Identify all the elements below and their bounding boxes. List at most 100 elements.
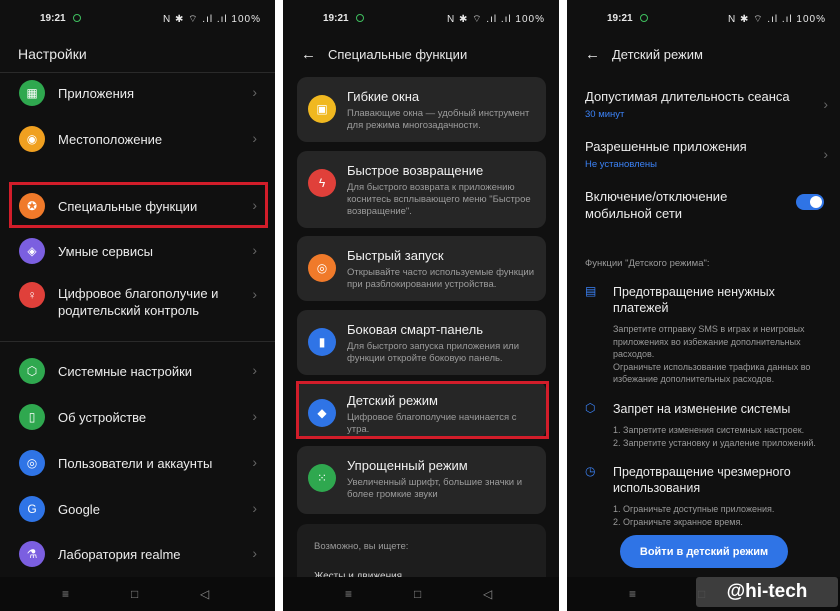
settings-item-label: Цифровое благополучие и родительский кон… bbox=[58, 286, 219, 318]
feature-card[interactable]: ▣ Гибкие окна Плавающие окна — удобный инс… bbox=[297, 77, 546, 142]
status-icons: N ✱ ⌔ .ıl .ıl 100% bbox=[446, 14, 545, 25]
chevron-right-icon: › bbox=[252, 84, 257, 100]
settings-item[interactable]: ⚗ Лаборатория realme › bbox=[0, 535, 275, 575]
clock-icon: ◷ bbox=[585, 464, 596, 478]
card-title: Боковая смарт-панель bbox=[347, 322, 483, 337]
settings-screen: 19:21 N ✱ ⌔ .ıl .ıl 100% Настройки ▦ Прил… bbox=[0, 0, 275, 611]
message-icon: ▤ bbox=[585, 284, 597, 298]
users-icon: ◎ bbox=[19, 450, 45, 476]
card-title: Быстрый запуск bbox=[347, 248, 444, 263]
feature-card[interactable]: ▮ Боковая смарт-панель Для быстрого запуск… bbox=[297, 310, 546, 375]
page-title: Детский режим bbox=[612, 47, 703, 62]
card-title: Быстрое возвращение bbox=[347, 163, 484, 178]
feature-title: Запрет на изменение системы bbox=[613, 402, 791, 416]
feature-description: 1. Запретите изменения системных настрое… bbox=[613, 425, 816, 448]
lab-icon: ⚗ bbox=[19, 541, 45, 567]
settings-item[interactable]: ◉ Местоположение › bbox=[0, 120, 275, 160]
side-panel-icon: ▮ bbox=[308, 328, 336, 356]
feature-card[interactable]: ◎ Быстрый запуск Открывайте часто использу… bbox=[297, 236, 546, 301]
status-time: 19:21 bbox=[607, 13, 633, 24]
feature-title: Предотвращение ненужных платежей bbox=[613, 285, 775, 315]
session-duration-row[interactable]: Допустимая длительность сеанса 30 минут … bbox=[585, 88, 828, 120]
allowed-apps-label: Разрешенные приложения bbox=[585, 139, 747, 154]
card-description: Открывайте часто используемые функции пр… bbox=[347, 267, 534, 290]
toggle-knob bbox=[810, 196, 822, 208]
settings-item-label: Пользователи и аккаунты bbox=[58, 456, 213, 471]
session-duration-label: Допустимая длительность сеанса bbox=[585, 89, 790, 104]
smart-services-icon: ◈ bbox=[19, 238, 45, 264]
chevron-right-icon: › bbox=[252, 454, 257, 470]
settings-item-label: Об устройстве bbox=[58, 410, 147, 425]
battery-label: 100% bbox=[515, 14, 545, 25]
chevron-right-icon: › bbox=[252, 286, 257, 302]
system-icon: ⬡ bbox=[19, 358, 45, 384]
device-icon: ▯ bbox=[19, 404, 45, 430]
card-description: Плавающие окна — удобный инструмент для … bbox=[347, 108, 530, 131]
status-icons: N ✱ ⌔ .ıl .ıl 100% bbox=[162, 14, 261, 25]
feature-card[interactable]: ⁙ Упрощенный режим Увеличенный шрифт, боль… bbox=[297, 446, 546, 514]
kid-mode-screen: 19:21 N ✱ ⌔ .ıl .ıl 100% ← Детский режим … bbox=[567, 0, 840, 611]
settings-item-label: Лаборатория realme bbox=[58, 547, 181, 562]
kid-mode-feature: ⬡ Запрет на изменение системы 1. Запретите… bbox=[585, 401, 828, 449]
back-arrow-icon[interactable]: ← bbox=[301, 46, 316, 63]
highlight-frame bbox=[296, 381, 549, 439]
status-bar: 19:21 N ✱ ⌔ .ıl .ıl 100% bbox=[567, 6, 840, 26]
accessibility-screen: 19:21 N ✱ ⌔ .ıl .ıl 100% ← Специальные фу… bbox=[283, 0, 559, 611]
home-nav-icon[interactable]: □ bbox=[414, 587, 421, 601]
kid-mode-feature: ▤ Предотвращение ненужных платежей Запрети… bbox=[585, 284, 828, 386]
status-dot-icon bbox=[640, 14, 648, 22]
battery-label: 100% bbox=[231, 14, 261, 25]
feature-card[interactable]: ϟ Быстрое возвращение Для быстрого возврат… bbox=[297, 151, 546, 228]
chevron-right-icon: › bbox=[252, 362, 257, 378]
status-time: 19:21 bbox=[323, 13, 349, 24]
settings-item[interactable]: ▯ Об устройстве › bbox=[0, 398, 275, 438]
home-nav-icon[interactable]: □ bbox=[131, 587, 138, 601]
settings-item[interactable]: ◈ Умные сервисы › bbox=[0, 232, 275, 272]
back-arrow-icon[interactable]: ← bbox=[585, 46, 600, 63]
status-dot-icon bbox=[356, 14, 364, 22]
settings-item-label: Местоположение bbox=[58, 132, 163, 147]
apps-icon: ▦ bbox=[19, 80, 45, 106]
watermark-logo: @hi-tech bbox=[696, 577, 838, 607]
chevron-right-icon: › bbox=[823, 146, 828, 162]
settings-item[interactable]: ⬡ Системные настройки › bbox=[0, 352, 275, 392]
divider bbox=[0, 72, 275, 73]
session-duration-value: 30 минут bbox=[585, 109, 625, 120]
status-dot-icon bbox=[73, 14, 81, 22]
card-title: Гибкие окна bbox=[347, 89, 420, 104]
feature-title: Предотвращение чрезмерного использования bbox=[613, 465, 791, 495]
settings-item[interactable]: ▦ Приложения › bbox=[0, 74, 275, 114]
feature-description: 1. Ограничьте доступные приложения. 2. О… bbox=[613, 504, 775, 527]
mobile-network-toggle[interactable] bbox=[796, 194, 824, 210]
back-nav-icon[interactable]: ◁ bbox=[200, 587, 209, 601]
settings-item[interactable]: ♀ Цифровое благополучие и родительский ко… bbox=[0, 276, 275, 332]
chevron-right-icon: › bbox=[252, 408, 257, 424]
settings-item[interactable]: ◎ Пользователи и аккаунты › bbox=[0, 444, 275, 484]
location-icon: ◉ bbox=[19, 126, 45, 152]
menu-nav-icon[interactable]: ≡ bbox=[62, 587, 69, 601]
status-icons: N ✱ ⌔ .ıl .ıl 100% bbox=[727, 14, 826, 25]
settings-item-label: Приложения bbox=[58, 86, 135, 101]
card-description: Увеличенный шрифт, большие значки и боле… bbox=[347, 477, 523, 500]
back-nav-icon[interactable]: ◁ bbox=[483, 587, 492, 601]
battery-label: 100% bbox=[796, 14, 826, 25]
suggestions-header: Возможно, вы ищете: bbox=[314, 541, 409, 552]
status-time: 19:21 bbox=[40, 13, 66, 24]
menu-nav-icon[interactable]: ≡ bbox=[629, 587, 636, 601]
simple-mode-icon: ⁙ bbox=[308, 464, 336, 492]
chevron-right-icon: › bbox=[252, 242, 257, 258]
settings-item[interactable]: G Google › bbox=[0, 490, 275, 530]
google-icon: G bbox=[19, 496, 45, 522]
quick-launch-icon: ◎ bbox=[308, 254, 336, 282]
flex-windows-icon: ▣ bbox=[308, 95, 336, 123]
menu-nav-icon[interactable]: ≡ bbox=[345, 587, 352, 601]
shield-icon: ⬡ bbox=[585, 401, 596, 415]
enter-kid-mode-button[interactable]: Войти в детский режим bbox=[620, 535, 788, 568]
header: ← Специальные функции bbox=[301, 46, 467, 63]
wellbeing-icon: ♀ bbox=[19, 282, 45, 308]
chevron-right-icon: › bbox=[252, 130, 257, 146]
page-title: Специальные функции bbox=[328, 47, 468, 62]
allowed-apps-row[interactable]: Разрешенные приложения Не установлены › bbox=[585, 138, 828, 170]
feature-description: Запретите отправку SMS в играх и неигров… bbox=[613, 324, 811, 384]
divider bbox=[0, 341, 275, 342]
